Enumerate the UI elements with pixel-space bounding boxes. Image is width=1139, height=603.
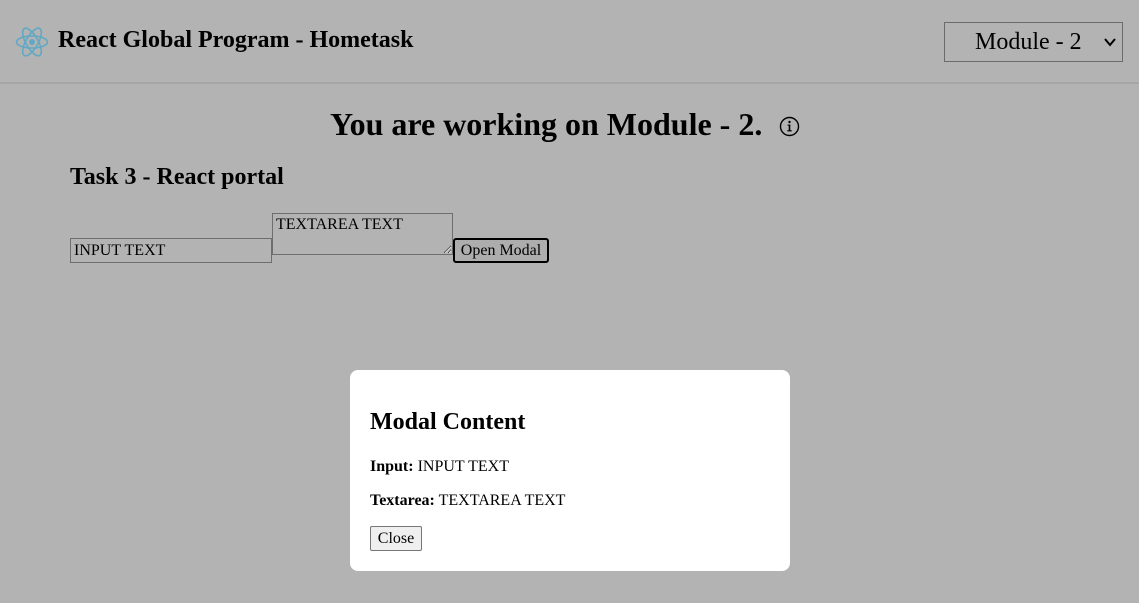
modal-input-line: Input: INPUT TEXT: [370, 458, 509, 476]
task-title: Task 3 - React portal: [70, 164, 284, 190]
text-area[interactable]: TEXTAREA TEXT: [272, 213, 453, 255]
modal-textarea-line: Textarea: TEXTAREA TEXT: [370, 492, 565, 510]
modal-input-value: INPUT TEXT: [417, 458, 509, 475]
page-heading: You are working on Module - 2.: [330, 106, 763, 142]
open-modal-button[interactable]: Open Modal: [453, 238, 549, 263]
chevron-down-icon: [1104, 38, 1116, 47]
modal-title: Modal Content: [370, 409, 526, 435]
module-select-value: Module - 2: [975, 29, 1082, 55]
close-button[interactable]: Close: [370, 526, 422, 551]
react-logo-icon: [15, 27, 49, 57]
page: React Global Program - Hometask Module -…: [0, 0, 1139, 603]
modal-textarea-label: Textarea:: [370, 492, 435, 509]
app-title: React Global Program - Hometask: [58, 27, 414, 53]
modal-textarea-value: TEXTAREA TEXT: [438, 492, 566, 509]
modal-input-label: Input:: [370, 458, 414, 475]
text-input[interactable]: [70, 238, 272, 263]
module-select[interactable]: Module - 2: [944, 22, 1123, 62]
modal-dialog: Modal Content Input: INPUT TEXT Textarea…: [350, 370, 790, 571]
app-header: React Global Program - Hometask Module -…: [0, 0, 1139, 84]
info-icon[interactable]: [779, 116, 800, 137]
